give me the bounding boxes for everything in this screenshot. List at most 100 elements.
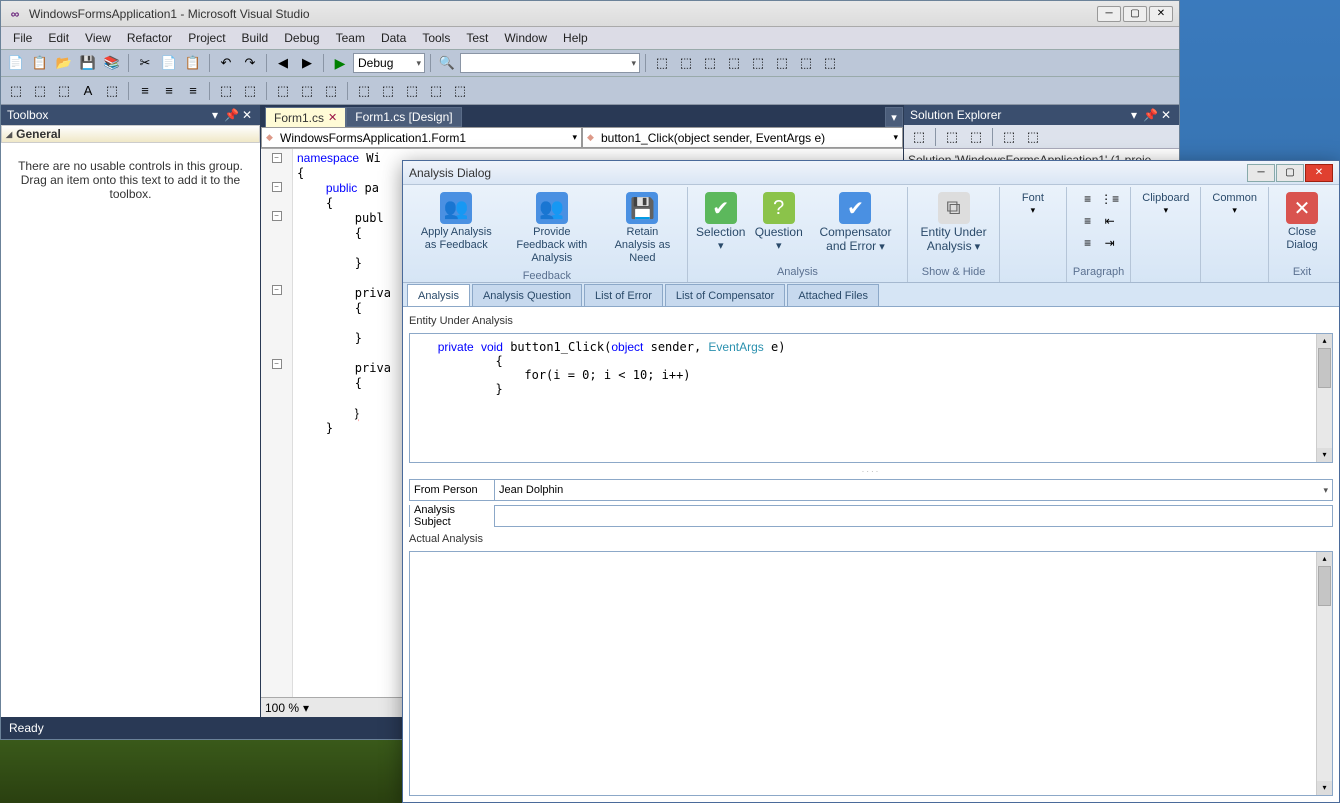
subject-input[interactable]: [494, 506, 1332, 526]
tool-icon[interactable]: ⬚: [651, 52, 673, 74]
scroll-thumb[interactable]: [1318, 566, 1331, 606]
tab-form1-cs[interactable]: Form1.cs ✕: [265, 107, 346, 127]
font-button[interactable]: Font ▾: [1006, 189, 1060, 219]
text-tool-icon[interactable]: ⬚: [29, 80, 51, 102]
entity-under-analysis-button[interactable]: ⧉ Entity Under Analysis ▾: [914, 189, 993, 257]
menu-help[interactable]: Help: [555, 29, 596, 47]
tool-icon[interactable]: ⬚: [675, 52, 697, 74]
provide-feedback-button[interactable]: 👥 Provide Feedback with Analysis: [504, 189, 600, 268]
tool-icon[interactable]: ⬚: [723, 52, 745, 74]
save-all-icon[interactable]: 📚: [101, 52, 123, 74]
properties-icon[interactable]: ⬚: [908, 126, 930, 148]
window-icon[interactable]: ⬚: [377, 80, 399, 102]
bookmark-icon[interactable]: ⬚: [296, 80, 318, 102]
menu-tools[interactable]: Tools: [414, 29, 458, 47]
clipboard-button[interactable]: Clipboard ▾: [1137, 189, 1194, 219]
save-icon[interactable]: 💾: [77, 52, 99, 74]
toolbox-group-general[interactable]: General: [1, 125, 260, 143]
fold-icon[interactable]: −: [272, 359, 282, 369]
window-icon[interactable]: ⬚: [353, 80, 375, 102]
indent-icon[interactable]: ⇥: [1100, 233, 1120, 253]
apply-analysis-button[interactable]: 👥 Apply Analysis as Feedback: [413, 189, 500, 255]
actual-analysis-textarea[interactable]: [409, 551, 1333, 796]
config-combo[interactable]: Debug: [353, 53, 425, 73]
selection-button[interactable]: ✔ Selection ▾: [694, 189, 748, 256]
cut-icon[interactable]: ✂: [134, 52, 156, 74]
minimize-button[interactable]: ─: [1097, 6, 1121, 22]
paste-icon[interactable]: 📋: [182, 52, 204, 74]
tool-icon[interactable]: ⬚: [771, 52, 793, 74]
tab-analysis[interactable]: Analysis: [407, 284, 470, 306]
maximize-button[interactable]: ▢: [1123, 6, 1147, 22]
copy-icon[interactable]: 📄: [158, 52, 180, 74]
class-dropdown[interactable]: WindowsFormsApplication1.Form1: [261, 127, 582, 148]
indent-icon[interactable]: ≡: [134, 80, 156, 102]
toolbox-header[interactable]: Toolbox ▾ 📌 ✕: [1, 105, 260, 125]
show-all-icon[interactable]: ⬚: [941, 126, 963, 148]
view-designer-icon[interactable]: ⬚: [1022, 126, 1044, 148]
tab-list-compensator[interactable]: List of Compensator: [665, 284, 785, 306]
window-icon[interactable]: ⬚: [401, 80, 423, 102]
vs-titlebar[interactable]: ∞ WindowsFormsApplication1 - Microsoft V…: [1, 1, 1179, 27]
dialog-titlebar[interactable]: Analysis Dialog ─ ▢ ✕: [403, 161, 1339, 185]
text-tool-icon[interactable]: A: [77, 80, 99, 102]
add-item-icon[interactable]: 📋: [29, 52, 51, 74]
tab-list-error[interactable]: List of Error: [584, 284, 663, 306]
align-right-icon[interactable]: ≡: [1078, 233, 1098, 253]
redo-icon[interactable]: ↷: [239, 52, 261, 74]
text-tool-icon[interactable]: ⬚: [101, 80, 123, 102]
start-debug-icon[interactable]: ▶: [329, 52, 351, 74]
zoom-dropdown-icon[interactable]: ▾: [303, 701, 309, 715]
from-person-input[interactable]: [494, 480, 1332, 500]
tool-icon[interactable]: ⬚: [795, 52, 817, 74]
tab-attached-files[interactable]: Attached Files: [787, 284, 879, 306]
retain-analysis-button[interactable]: 💾 Retain Analysis as Need: [604, 189, 681, 268]
text-tool-icon[interactable]: ⬚: [5, 80, 27, 102]
new-project-icon[interactable]: 📄: [5, 52, 27, 74]
undo-icon[interactable]: ↶: [215, 52, 237, 74]
menu-data[interactable]: Data: [373, 29, 414, 47]
dropdown-icon[interactable]: ▾: [208, 108, 222, 122]
close-icon[interactable]: ✕: [240, 108, 254, 122]
dialog-minimize-button[interactable]: ─: [1247, 164, 1275, 182]
pin-icon[interactable]: 📌: [224, 108, 238, 122]
bullets-icon[interactable]: ⋮≡: [1100, 189, 1120, 209]
menu-test[interactable]: Test: [458, 29, 496, 47]
dialog-maximize-button[interactable]: ▢: [1276, 164, 1304, 182]
scrollbar[interactable]: [1316, 552, 1332, 795]
tab-analysis-question[interactable]: Analysis Question: [472, 284, 582, 306]
close-button[interactable]: ✕: [1149, 6, 1173, 22]
member-dropdown[interactable]: button1_Click(object sender, EventArgs e…: [582, 127, 903, 148]
dialog-close-button[interactable]: ✕: [1305, 164, 1333, 182]
window-icon[interactable]: ⬚: [449, 80, 471, 102]
uncomment-icon[interactable]: ⬚: [239, 80, 261, 102]
align-left-icon[interactable]: ≡: [1078, 189, 1098, 209]
scrollbar[interactable]: [1316, 334, 1332, 462]
refresh-icon[interactable]: ⬚: [965, 126, 987, 148]
menu-window[interactable]: Window: [496, 29, 555, 47]
view-code-icon[interactable]: ⬚: [998, 126, 1020, 148]
close-tab-icon[interactable]: ✕: [328, 111, 337, 124]
solexp-header[interactable]: Solution Explorer ▾ 📌 ✕: [904, 105, 1179, 125]
entity-code-box[interactable]: private void button1_Click(object sender…: [409, 333, 1333, 463]
dropdown-icon[interactable]: ▾: [1127, 108, 1141, 122]
comment-icon[interactable]: ⬚: [215, 80, 237, 102]
menu-edit[interactable]: Edit: [40, 29, 77, 47]
nav-back-icon[interactable]: ◀: [272, 52, 294, 74]
compensator-button[interactable]: ✔ Compensator and Error ▾: [810, 189, 901, 257]
common-button[interactable]: Common ▾: [1207, 189, 1262, 219]
window-icon[interactable]: ⬚: [425, 80, 447, 102]
fold-icon[interactable]: −: [272, 153, 282, 163]
align-center-icon[interactable]: ≡: [1078, 211, 1098, 231]
tool-icon[interactable]: ⬚: [699, 52, 721, 74]
format-icon[interactable]: ≡: [182, 80, 204, 102]
find-combo[interactable]: [460, 53, 640, 73]
find-icon[interactable]: 🔍: [436, 52, 458, 74]
tab-form1-design[interactable]: Form1.cs [Design]: [346, 107, 461, 127]
nav-fwd-icon[interactable]: ▶: [296, 52, 318, 74]
menu-view[interactable]: View: [77, 29, 119, 47]
bookmark-icon[interactable]: ⬚: [320, 80, 342, 102]
close-icon[interactable]: ✕: [1159, 108, 1173, 122]
outdent-icon[interactable]: ⇤: [1100, 211, 1120, 231]
pin-icon[interactable]: 📌: [1143, 108, 1157, 122]
